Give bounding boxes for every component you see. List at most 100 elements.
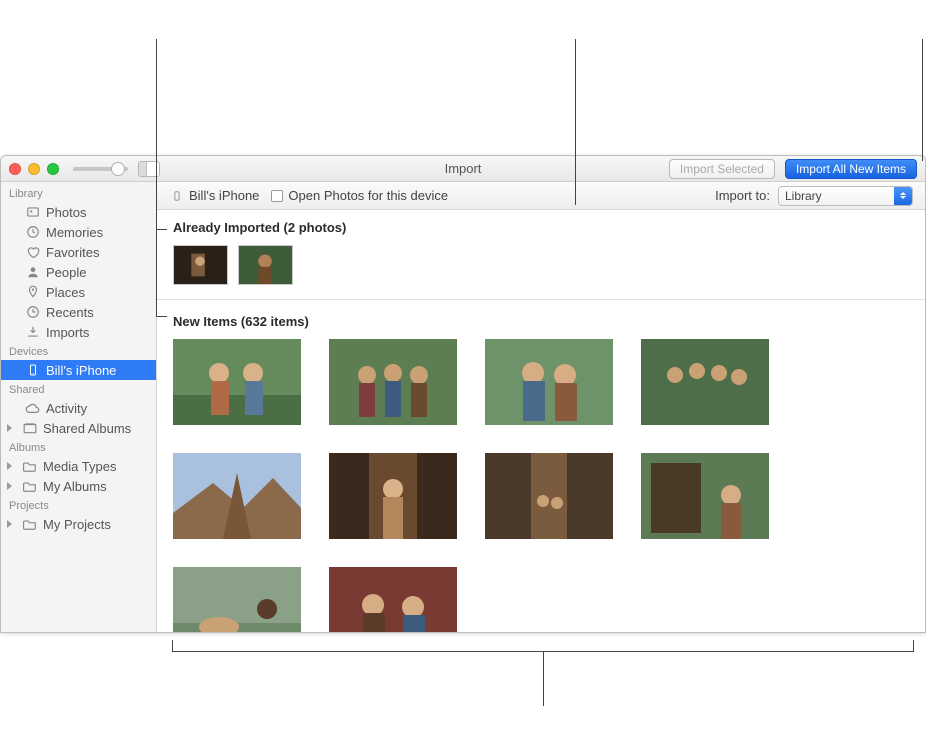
callout-line: [156, 39, 157, 230]
person-icon: [25, 265, 40, 280]
zoom-slider[interactable]: [73, 167, 128, 171]
callout-line: [543, 651, 544, 706]
sidebar-item-label: Media Types: [43, 459, 116, 474]
thumbnail-zoom: [73, 167, 128, 171]
photos-icon: [25, 205, 40, 220]
sidebar-item-activity[interactable]: Activity: [1, 398, 156, 418]
device-name: Bill's iPhone: [189, 188, 259, 203]
new-items-heading: New Items (632 items): [173, 314, 909, 329]
photo-thumbnail[interactable]: [329, 339, 457, 425]
sidebar-item-label: Activity: [46, 401, 87, 416]
import-selected-button[interactable]: Import Selected: [669, 159, 775, 179]
sidebar-item-label: Memories: [46, 225, 103, 240]
import-all-button[interactable]: Import All New Items: [785, 159, 917, 179]
recent-icon: [25, 305, 40, 320]
callout-line: [156, 229, 167, 230]
import-to-select[interactable]: Library: [778, 186, 913, 206]
sidebar-item-label: My Projects: [43, 517, 111, 532]
photo-thumbnail[interactable]: [238, 245, 293, 285]
import-content: Already Imported (2 photos) New Items (6…: [157, 210, 925, 632]
download-icon: [25, 325, 40, 340]
sidebar-item-label: Imports: [46, 325, 89, 340]
checkbox-icon[interactable]: [271, 190, 283, 202]
disclosure-triangle-icon[interactable]: [7, 424, 12, 432]
disclosure-triangle-icon[interactable]: [7, 482, 12, 490]
select-value: Library: [785, 189, 822, 203]
sidebar-item-label: Favorites: [46, 245, 99, 260]
photo-thumbnail[interactable]: [641, 339, 769, 425]
close-icon[interactable]: [9, 163, 21, 175]
sidebar-item-label: People: [46, 265, 86, 280]
sidebar-item-label: My Albums: [43, 479, 107, 494]
window-body: Library Photos Memories: [1, 182, 925, 632]
import-to-label: Import to:: [715, 188, 770, 203]
disclosure-triangle-icon[interactable]: [7, 520, 12, 528]
callout-line: [156, 230, 157, 317]
photo-thumbnail[interactable]: [329, 567, 457, 632]
sidebar-item-media-types[interactable]: Media Types: [1, 456, 156, 476]
cloud-icon: [25, 401, 40, 416]
callout-line: [172, 640, 173, 652]
zoom-icon[interactable]: [47, 163, 59, 175]
sidebar-item-label: Photos: [46, 205, 86, 220]
photo-thumbnail[interactable]: [485, 453, 613, 539]
already-imported-thumbs: [173, 245, 909, 285]
minimize-icon[interactable]: [28, 163, 40, 175]
album-icon: [22, 421, 37, 436]
folder-icon: [22, 479, 37, 494]
callout-line: [913, 640, 914, 652]
folder-icon: [22, 517, 37, 532]
photo-thumbnail[interactable]: [173, 453, 301, 539]
sidebar-item-memories[interactable]: Memories: [1, 222, 156, 242]
photo-thumbnail[interactable]: [485, 339, 613, 425]
photo-thumbnail[interactable]: [329, 453, 457, 539]
import-subbar: Bill's iPhone Open Photos for this devic…: [157, 182, 925, 210]
disclosure-triangle-icon[interactable]: [7, 462, 12, 470]
callout-line: [156, 316, 167, 317]
sidebar-item-recents[interactable]: Recents: [1, 302, 156, 322]
pin-icon: [25, 285, 40, 300]
folder-icon: [22, 459, 37, 474]
sidebar-item-people[interactable]: People: [1, 262, 156, 282]
sidebar: Library Photos Memories: [1, 182, 157, 632]
sidebar-item-imports[interactable]: Imports: [1, 322, 156, 342]
checkbox-label: Open Photos for this device: [288, 188, 448, 203]
phone-icon: [169, 188, 184, 203]
sidebar-item-my-albums[interactable]: My Albums: [1, 476, 156, 496]
sidebar-item-label: Shared Albums: [43, 421, 131, 436]
photo-thumbnail[interactable]: [173, 567, 301, 632]
sidebar-item-photos[interactable]: Photos: [1, 202, 156, 222]
sidebar-section-projects: Projects: [1, 496, 156, 514]
callout-line: [575, 39, 576, 205]
already-imported-heading: Already Imported (2 photos): [173, 220, 909, 235]
import-to-group: Import to: Library: [715, 186, 913, 206]
sidebar-item-label: Bill's iPhone: [46, 363, 116, 378]
new-items-grid: [173, 339, 909, 632]
sidebar-section-devices: Devices: [1, 342, 156, 360]
sidebar-item-device[interactable]: Bill's iPhone: [1, 360, 156, 380]
titlebar: Import Import Selected Import All New It…: [1, 156, 925, 182]
photo-thumbnail[interactable]: [173, 245, 228, 285]
open-photos-checkbox[interactable]: Open Photos for this device: [271, 188, 448, 203]
device-label: Bill's iPhone: [169, 188, 259, 203]
photo-thumbnail[interactable]: [173, 339, 301, 425]
phone-icon: [25, 363, 40, 378]
photo-thumbnail[interactable]: [641, 453, 769, 539]
callout-line: [922, 39, 923, 161]
window-controls: [9, 163, 59, 175]
sidebar-section-library: Library: [1, 184, 156, 202]
sidebar-section-albums: Albums: [1, 438, 156, 456]
sidebar-item-my-projects[interactable]: My Projects: [1, 514, 156, 534]
section-divider: [157, 299, 925, 300]
sidebar-item-places[interactable]: Places: [1, 282, 156, 302]
sidebar-item-label: Recents: [46, 305, 94, 320]
chevron-updown-icon: [894, 187, 912, 205]
sidebar-item-label: Places: [46, 285, 85, 300]
app-window: Import Import Selected Import All New It…: [0, 155, 926, 633]
heart-icon: [25, 245, 40, 260]
sidebar-section-shared: Shared: [1, 380, 156, 398]
sidebar-item-favorites[interactable]: Favorites: [1, 242, 156, 262]
sidebar-item-shared-albums[interactable]: Shared Albums: [1, 418, 156, 438]
main-area: Bill's iPhone Open Photos for this devic…: [157, 182, 925, 632]
clock-icon: [25, 225, 40, 240]
